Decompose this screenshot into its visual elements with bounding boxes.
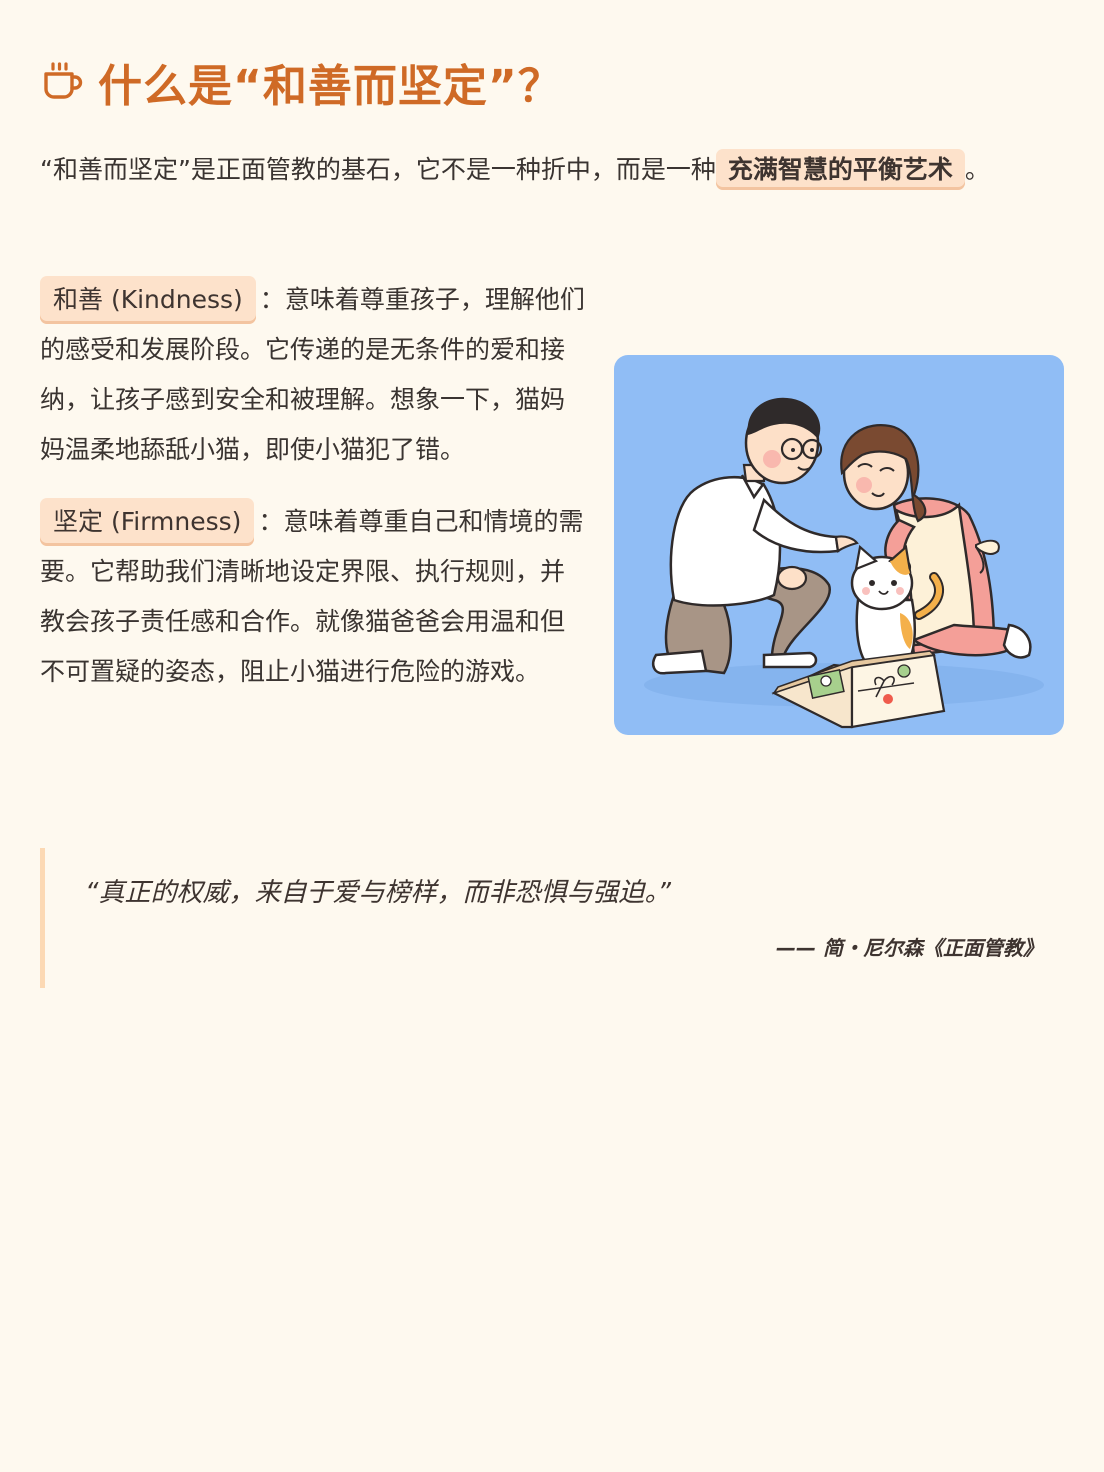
intro-paragraph: “和善而坚定”是正面管教的基石，它不是一种折中，而是一种 充满智慧的平衡艺术。 (40, 145, 1064, 195)
title-row: 什么是“和善而坚定”？ (40, 42, 563, 122)
coffee-cup-icon (44, 62, 83, 99)
intro-text: “和善而坚定”是正面管教的基石，它不是一种折中，而是一种 (40, 155, 716, 184)
parents-and-kitten-illustration (614, 355, 1064, 735)
page-title: 什么是“和善而坚定”？ (98, 61, 563, 112)
quote-block: “真正的权威，来自于爱与榜样，而非恐惧与强迫。” —— 简・尼尔森《正面管教》 (40, 848, 1069, 988)
firmness-tag: 坚定 (Firmness) (40, 498, 255, 546)
intro-highlight: 充满智慧的平衡艺术 (715, 149, 965, 190)
firmness-paragraph: 坚定 (Firmness) ：意味着尊重自己和情境的需要。它帮助我们清晰地设定界限… (40, 497, 585, 697)
intro-end: 。 (964, 155, 990, 184)
quote-text: “真正的权威，来自于爱与榜样，而非恐惧与强迫。” (85, 878, 671, 908)
kindness-paragraph: 和善 (Kindness) ：意味着尊重孩子，理解他们的感受和发展阶段。它传递的是… (40, 275, 585, 475)
illustration-drawing (644, 397, 1044, 729)
definitions-column: 和善 (Kindness) ：意味着尊重孩子，理解他们的感受和发展阶段。它传递的是… (40, 275, 585, 719)
quote-source: —— 简・尼尔森《正面管教》 (776, 936, 1043, 960)
kindness-tag: 和善 (Kindness) (40, 276, 256, 324)
firmness-colon: ： (258, 507, 284, 536)
kindness-colon: ： (259, 285, 285, 314)
father-figure (652, 397, 859, 675)
